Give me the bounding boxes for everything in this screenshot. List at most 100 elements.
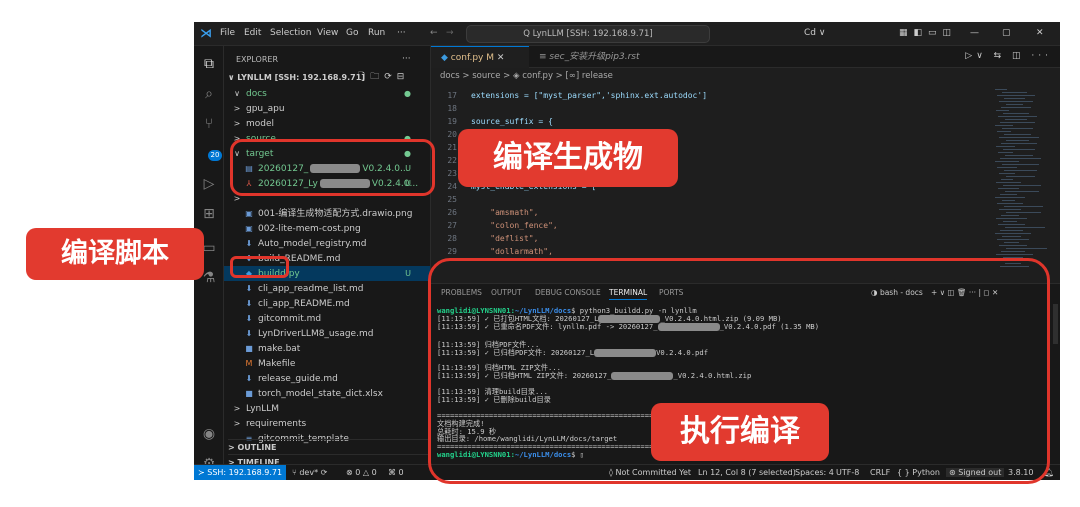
tree-item-label: gitcommit.md xyxy=(258,314,322,324)
timeline-section[interactable]: > TIMELINE xyxy=(228,454,430,464)
minimap-line xyxy=(1000,122,1035,123)
tree-item[interactable]: > LynLLM xyxy=(224,401,430,416)
code-text: source_suffix = { xyxy=(471,117,553,126)
chevron-icon[interactable]: > xyxy=(232,401,242,416)
code-line[interactable]: 18 xyxy=(431,102,471,115)
tree-item[interactable]: ⬇ cli_app_readme_list.md xyxy=(224,281,430,296)
tab-sec-rst[interactable]: ≡ sec_安装升级pip3.rst xyxy=(529,46,679,68)
tree-item[interactable]: ⬇ release_guide.md xyxy=(224,371,430,386)
minimap-line xyxy=(1002,236,1021,237)
minimap-line xyxy=(1002,200,1015,201)
file-type-icon: ⬇ xyxy=(245,284,253,293)
terminal-scrollbar[interactable] xyxy=(1053,304,1058,344)
explorer-icon[interactable]: ⧉ xyxy=(201,56,217,72)
minimap-line xyxy=(1006,176,1035,177)
tree-item[interactable]: ⬇ gitcommit.md xyxy=(224,311,430,326)
menu-go[interactable]: Go xyxy=(346,28,358,38)
run-debug-icon[interactable]: ▷ xyxy=(201,176,217,192)
annotation-box-output xyxy=(230,139,435,196)
minimap-line xyxy=(1000,194,1017,195)
minimap-line xyxy=(995,233,1031,234)
tree-item[interactable]: ⬇ Auto_model_registry.md xyxy=(224,236,430,251)
menu-view[interactable]: View xyxy=(317,28,338,38)
explorer-more-icon[interactable]: ··· xyxy=(402,52,422,67)
tab-close-icon[interactable]: ✕ xyxy=(497,53,505,63)
minimap-line xyxy=(1006,248,1047,249)
file-type-icon: ⬇ xyxy=(245,299,253,308)
minimap-line xyxy=(1006,212,1041,213)
chevron-icon[interactable]: > xyxy=(232,101,242,116)
chevron-icon[interactable]: ∨ xyxy=(232,86,242,101)
chevron-icon[interactable]: > xyxy=(232,416,242,431)
tree-item[interactable]: ⬇ LynDriverLLM8_usage.md xyxy=(224,326,430,341)
problems-indicator[interactable]: ⊗ 0 △ 0 xyxy=(346,468,377,477)
ports-indicator[interactable]: ⌘ 0 xyxy=(388,468,404,477)
minimap-line xyxy=(999,101,1033,102)
menu-run[interactable]: Run xyxy=(368,28,385,38)
tree-item[interactable]: ▣ 001-编译生成物适配方式.drawio.png xyxy=(224,206,430,221)
tree-item[interactable]: ▣ 002-lite-mem-cost.png xyxy=(224,221,430,236)
close-button[interactable]: ✕ xyxy=(1036,28,1044,38)
line-number: 25 xyxy=(447,195,457,204)
tree-item[interactable]: ■ make.bat xyxy=(224,341,430,356)
extensions-icon[interactable]: ⊞ xyxy=(201,206,217,222)
code-text: "dollarmath", xyxy=(471,247,553,256)
tab-conf-py[interactable]: ◆ conf.py M ✕ xyxy=(431,46,529,68)
tree-item[interactable]: M Makefile xyxy=(224,356,430,371)
tree-item[interactable]: ■ torch_model_state_dict.xlsx xyxy=(224,386,430,401)
minimap-line xyxy=(1001,107,1031,108)
minimap-line xyxy=(1003,149,1035,150)
tree-item[interactable]: > requirements xyxy=(224,416,430,431)
maximize-button[interactable]: ▢ xyxy=(1002,28,1011,38)
copilot-icon[interactable]: Cd ∨ xyxy=(804,28,825,38)
remote-indicator[interactable]: ≻ SSH: 192.168.9.71 xyxy=(194,465,286,480)
minimap-line xyxy=(1001,215,1019,216)
minimize-button[interactable]: — xyxy=(970,28,979,38)
file-type-icon: ⬇ xyxy=(245,329,253,338)
minimap-line xyxy=(997,203,1023,204)
tree-item-label: LynLLM xyxy=(246,404,280,414)
code-text: "colon_fence", xyxy=(471,221,558,230)
code-line[interactable]: 28 "deflist", xyxy=(431,232,538,245)
code-line[interactable]: 27 "colon_fence", xyxy=(431,219,558,232)
layout-toggles-icon[interactable]: ▦◧▭◫ xyxy=(899,28,957,38)
sync-icon[interactable]: ⟳ xyxy=(321,468,328,477)
menu-edit[interactable]: Edit xyxy=(244,28,261,38)
tree-item[interactable]: ⬇ cli_app_README.md xyxy=(224,296,430,311)
minimap-line xyxy=(1004,206,1043,207)
minimap-line xyxy=(996,182,1021,183)
nav-forward-icon[interactable]: → xyxy=(446,28,454,38)
file-type-icon: ▣ xyxy=(245,224,253,233)
menu-file[interactable]: File xyxy=(220,28,235,38)
minimap-line xyxy=(1005,155,1033,156)
account-icon[interactable]: ◉ xyxy=(201,426,217,442)
annotation-box-script xyxy=(230,256,289,278)
code-line[interactable]: 26 "amsmath", xyxy=(431,206,538,219)
tab-label: conf.py xyxy=(450,53,484,63)
code-line[interactable]: 29 "dollarmath", xyxy=(431,245,553,258)
tree-item[interactable]: > model xyxy=(224,116,430,131)
rst-file-icon: ≡ xyxy=(539,52,550,62)
code-line[interactable]: 17 extensions = ["myst_parser",'sphinx.ex… xyxy=(431,89,707,102)
tree-item[interactable]: ∨ docs ● xyxy=(224,86,430,101)
menu-selection[interactable]: Selection xyxy=(270,28,311,38)
editor-actions-icon[interactable]: ▷∨ ⇆ ◫ ··· xyxy=(965,51,1052,61)
explorer-actions-icon[interactable]: 🗋🗀⟳⊟ xyxy=(358,70,428,85)
tree-item[interactable]: > gpu_apu xyxy=(224,101,430,116)
minimap[interactable] xyxy=(991,85,1060,283)
chevron-icon[interactable]: > xyxy=(232,116,242,131)
command-center-search[interactable]: Q LynLLM [SSH: 192.168.9.71] xyxy=(466,25,710,43)
code-line[interactable]: 25 xyxy=(431,193,471,206)
source-control-icon[interactable]: ⑂ xyxy=(201,116,217,132)
breadcrumb[interactable]: docs > source > ◈ conf.py > [∞] release xyxy=(431,68,1060,85)
code-line[interactable]: 19 source_suffix = { xyxy=(431,115,553,128)
line-number: 19 xyxy=(447,117,457,126)
outline-section[interactable]: > OUTLINE xyxy=(228,439,430,454)
menu-more[interactable]: ··· xyxy=(397,28,406,38)
minimap-line xyxy=(1003,221,1017,222)
minimap-line xyxy=(998,188,1019,189)
minimap-line xyxy=(1004,170,1037,171)
nav-back-icon[interactable]: ← xyxy=(430,28,438,38)
search-icon[interactable]: ⌕ xyxy=(201,86,217,102)
branch-indicator[interactable]: ⑂ dev* ⟳ xyxy=(292,468,327,477)
